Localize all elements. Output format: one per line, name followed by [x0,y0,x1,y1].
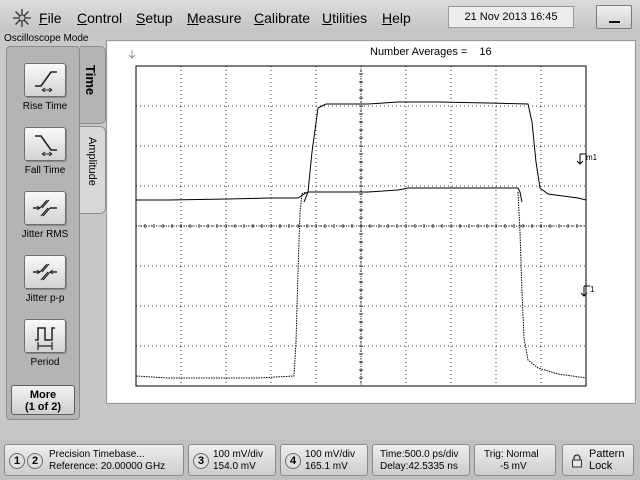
averages-value: 16 [479,46,492,58]
channel-3-offset: 154.0 mV [213,461,256,472]
menu-bar: File Control Setup Measure Calibrate Uti… [0,0,640,32]
channel-3-scale: 100 mV/div [213,449,264,460]
marker-1-label: 1 [590,285,595,294]
channel-4-scale: 100 mV/div [305,449,356,460]
rise-time-icon-box [24,63,66,97]
pattern-lock-state: Lock [589,460,613,472]
averages-label: Number Averages = [370,46,468,58]
timebase-reference: Reference: 20.00000 GHz [49,461,166,472]
channel-3-badge: 3 [193,453,209,469]
jitter-rms-label: Jitter RMS [21,229,69,240]
minimize-icon [609,21,620,23]
jitter-rms-icon [33,199,57,217]
jitter-pp-icon [33,263,57,281]
marker-m1-label: m1 [586,153,598,162]
fall-time-icon [35,135,57,157]
fall-time-icon-box [24,127,66,161]
channel-4-button[interactable]: 4 100 mV/div 165.1 mV [280,444,368,476]
tab-amplitude-label: Amplitude [86,137,98,186]
period-icon [35,327,55,350]
mode-label: Oscilloscope Mode [4,33,89,44]
starburst-logo-icon[interactable] [12,8,32,28]
more-button[interactable]: More (1 of 2) [11,385,75,415]
menu-utilities[interactable]: Utilities [322,9,367,27]
lock-icon [572,454,582,468]
number-averages-readout: Number Averages = 16 [370,46,492,58]
menu-measure[interactable]: Measure [187,9,241,27]
trigger-level: -5 mV [500,461,527,472]
menu-file[interactable]: File [39,9,62,27]
menu-setup[interactable]: Setup [136,9,173,27]
period-button[interactable]: Period [14,319,76,369]
graticule [108,42,634,402]
timebase-label: Precision Timebase... [49,449,145,460]
channel-1-badge: 1 [9,453,25,469]
pattern-lock-button[interactable]: Pattern Lock [562,444,634,476]
menu-help[interactable]: Help [382,9,411,27]
channel-1-2-timebase-button[interactable]: 1 2 Precision Timebase... Reference: 20.… [4,444,184,476]
time-scale: Time:500.0 ps/div [380,449,459,460]
minimize-button[interactable] [596,5,632,29]
display-background [108,42,634,402]
menu-calibrate[interactable]: Calibrate [254,9,310,27]
rise-time-button[interactable]: Rise Time [14,63,76,113]
jitter-pp-label: Jitter p-p [25,293,65,304]
more-label: More [29,389,57,401]
trigger-mode: Trig: Normal [484,449,539,460]
measurement-sidebar: Rise Time Fall Time Jitter RMS Jitter p-… [6,46,80,420]
rise-time-icon [35,71,57,93]
channel-3-button[interactable]: 3 100 mV/div 154.0 mV [188,444,276,476]
jitter-pp-button[interactable]: Jitter p-p [14,255,76,305]
rise-time-label: Rise Time [22,101,68,112]
period-label: Period [30,357,60,368]
period-icon-box [24,319,66,353]
jitter-rms-icon-box [24,191,66,225]
menu-control[interactable]: Control [77,9,122,27]
channel-4-badge: 4 [285,453,301,469]
more-page-label: (1 of 2) [24,401,62,413]
tab-time-label: Time [83,65,98,96]
tab-amplitude[interactable]: Amplitude [80,126,106,214]
date-time-display: 21 Nov 2013 16:45 [448,6,574,28]
time-settings-button[interactable]: Time:500.0 ps/div Delay:42.5335 ns [372,444,470,476]
fall-time-label: Fall Time [24,165,66,176]
jitter-rms-button[interactable]: Jitter RMS [14,191,76,241]
status-bar: 1 2 Precision Timebase... Reference: 20.… [0,440,640,480]
pattern-lock-label: Pattern [589,448,625,460]
channel-4-offset: 165.1 mV [305,461,348,472]
fall-time-button[interactable]: Fall Time [14,127,76,177]
channel-2-badge: 2 [27,453,43,469]
jitter-pp-icon-box [24,255,66,289]
oscilloscope-display[interactable]: m1 1 [108,42,634,402]
time-delay: Delay:42.5335 ns [380,461,458,472]
tab-time[interactable]: Time [80,46,106,124]
trigger-settings-button[interactable]: Trig: Normal -5 mV [474,444,556,476]
